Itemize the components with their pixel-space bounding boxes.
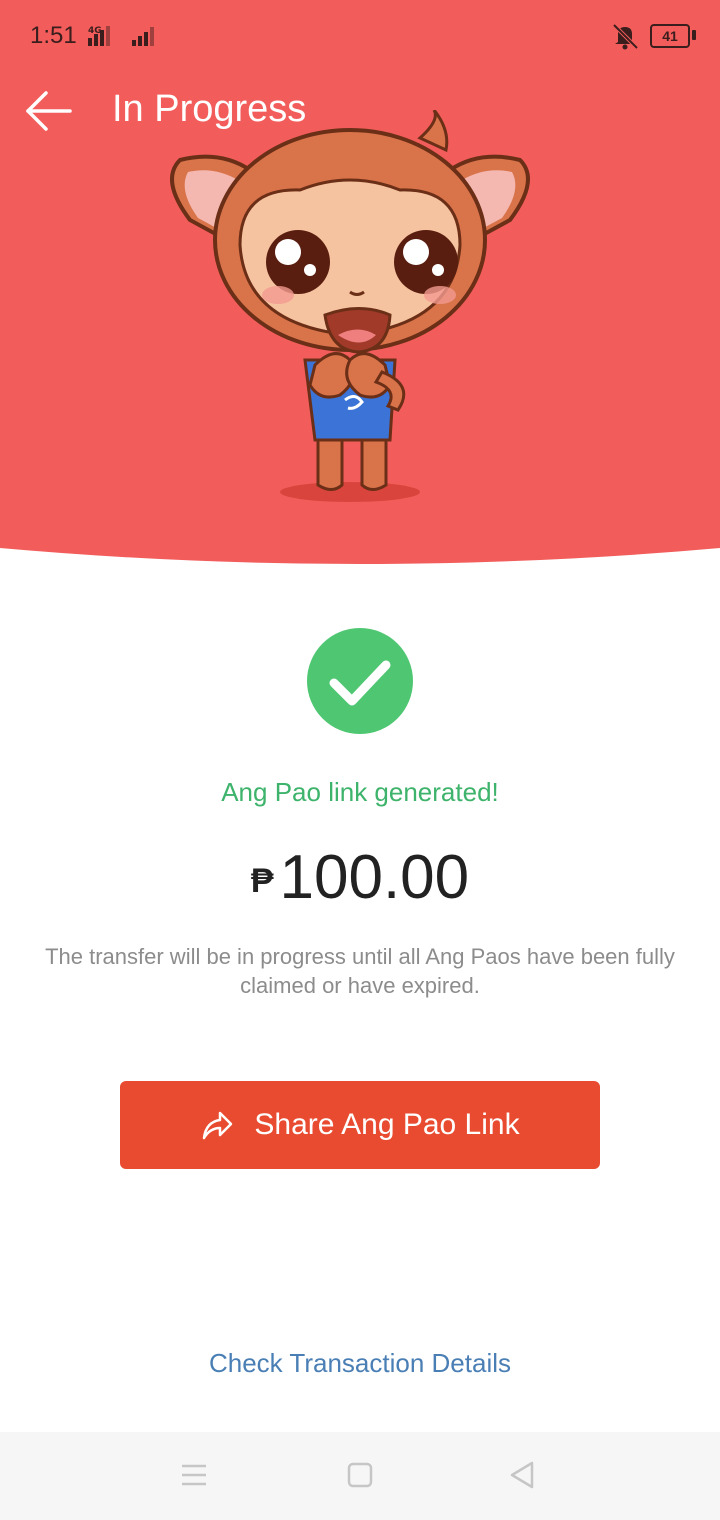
amount-value: 100.00 [279,843,470,912]
header-banner: 1:51 4G 41 In Progress [0,0,720,580]
share-ang-pao-button[interactable]: Share Ang Pao Link [120,1081,600,1169]
back-arrow-icon[interactable] [24,88,74,134]
success-message: Ang Pao link generated! [221,777,499,807]
signal-icon: 4G [88,26,154,46]
check-circle-icon [307,628,413,734]
header-curve [0,548,720,600]
transfer-description: The transfer will be in progress until a… [45,944,675,998]
battery-indicator: 41 [650,24,690,48]
system-navigation-bar [0,1432,720,1520]
currency-symbol: ₱ [250,862,274,900]
status-time: 1:51 [30,22,77,49]
amount-display: ₱100.00 [0,842,720,913]
home-square-icon[interactable] [346,1460,374,1490]
battery-tip [692,30,696,40]
mute-bell-icon [612,23,639,50]
menu-icon[interactable] [180,1460,208,1490]
share-button-label: Share Ang Pao Link [254,1108,520,1141]
status-bar: 1:51 4G 41 [0,0,720,72]
back-triangle-icon[interactable] [508,1460,536,1490]
check-transaction-details-link[interactable]: Check Transaction Details [0,1348,720,1379]
monkey-mascot-illustration [170,110,530,502]
share-arrow-icon [203,1111,233,1140]
